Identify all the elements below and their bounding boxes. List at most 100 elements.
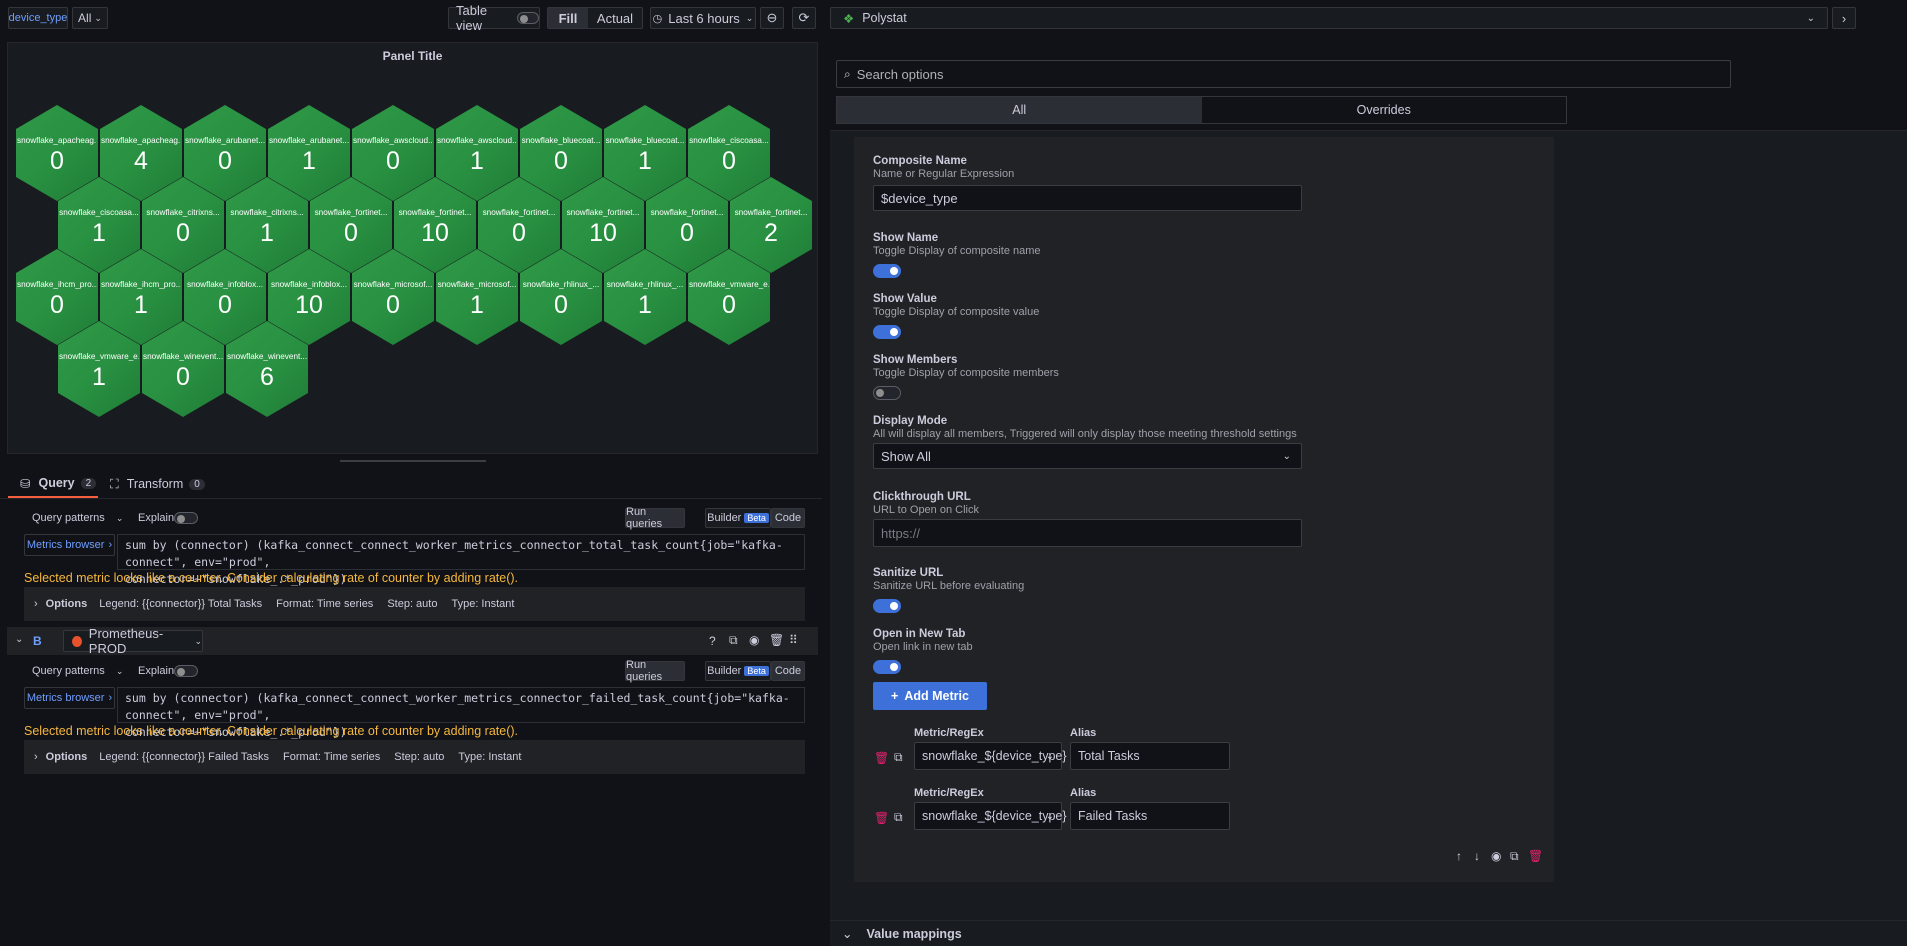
hexagon-value: 0 (554, 147, 568, 175)
value-mappings-header[interactable]: ⌄ Value mappings (830, 920, 1907, 946)
alias-input[interactable]: Total Tasks (1070, 742, 1230, 770)
step-info: Step: auto (387, 598, 438, 610)
transform-icon: ⛶ (110, 476, 119, 491)
trash-icon[interactable]: 🗑 (769, 633, 784, 647)
alias-value: Failed Tasks (1078, 809, 1148, 823)
options-label: Options (45, 598, 88, 610)
tab-overrides[interactable]: Overrides (1202, 97, 1567, 123)
sanitize-url-toggle[interactable] (873, 599, 901, 613)
table-view-toggle[interactable]: Table view (448, 3, 540, 33)
prometheus-icon (72, 635, 82, 647)
options-pane: ❖ Polystat ⌄ › ⌕ Search options All Overri… (826, 0, 1907, 946)
query-a-editor[interactable]: sum by (connector) (kafka_connect_connec… (117, 534, 805, 586)
tab-transform[interactable]: ⛶ Transform 0 (110, 470, 210, 498)
show-members-toggle[interactable] (873, 386, 901, 400)
metrics-browser-label: Metrics browser (26, 692, 105, 704)
resize-handle[interactable] (340, 460, 486, 462)
code-button[interactable]: Code (771, 661, 805, 681)
zoom-out-icon: ⊖ (766, 10, 778, 25)
explain-toggle[interactable] (174, 512, 198, 524)
builder-button[interactable]: Builder Beta (705, 508, 771, 528)
clock-icon: ◷ (652, 12, 663, 25)
type-info: Type: Instant (458, 751, 522, 763)
time-range-picker[interactable]: ◷ Last 6 hours ⌄ (650, 7, 756, 29)
hexagon-name: snowflake_awscloud... (353, 136, 433, 145)
metric-regex-select[interactable]: snowflake_${device_type} ⌄ (914, 802, 1067, 830)
tab-query[interactable]: ⛁ Query 2 (8, 470, 98, 498)
query-b: Query patterns ⌄ Explain Run queries Bui… (7, 658, 818, 776)
open-new-tab-label: Open in New Tab (873, 628, 966, 640)
delete-metric-icon[interactable]: 🗑 (874, 751, 889, 765)
add-metric-button[interactable]: + Add Metric (873, 682, 987, 710)
builder-button[interactable]: Builder Beta (705, 661, 771, 681)
query-b-header: ⌄ B Prometheus-PROD ⌄ ? ⧉ ◉ 🗑 ⠿ (7, 626, 818, 656)
duplicate-icon[interactable]: ⧉ (729, 633, 738, 648)
show-value-toggle[interactable] (873, 325, 901, 339)
query-b-options-bar[interactable]: › Options Legend: {{connector}} Failed T… (24, 740, 805, 774)
collapse-icon[interactable]: ⌄ (15, 634, 23, 645)
query-patterns-select[interactable]: Query patterns ⌄ (32, 665, 123, 677)
metrics-browser-button[interactable]: Metrics browser › (24, 687, 115, 709)
alias-input[interactable]: Failed Tasks (1070, 802, 1230, 830)
metric-regex-label: Metric/RegEx (914, 787, 984, 799)
query-a-options-bar[interactable]: › Options Legend: {{connector}} Total Ta… (24, 587, 805, 621)
visualization-picker[interactable]: ❖ Polystat ⌄ (830, 7, 1828, 29)
open-new-tab-toggle[interactable] (873, 660, 901, 674)
metrics-browser-button[interactable]: Metrics browser › (24, 534, 115, 556)
composite-name-input[interactable]: $device_type (873, 185, 1302, 211)
show-name-label: Show Name (873, 232, 939, 244)
hexagon-name: snowflake_vmware_e... (689, 280, 769, 289)
collapse-options-button[interactable]: › (1832, 7, 1856, 29)
trash-icon[interactable]: 🗑 (1528, 849, 1543, 863)
clickthrough-input[interactable]: https:// (873, 519, 1302, 547)
code-button[interactable]: Code (771, 508, 805, 528)
hexagon-name: snowflake_infoblox... (186, 280, 263, 289)
fill-button[interactable]: Fill (548, 8, 588, 28)
legend-info: Legend: {{connector}} Total Tasks (99, 598, 263, 610)
show-members-label: Show Members (873, 354, 958, 366)
zoom-out-button[interactable]: ⊖ (760, 7, 784, 29)
query-b-letter: B (33, 634, 42, 648)
chevron-right-icon: › (108, 539, 113, 551)
display-mode-select[interactable]: Show All ⌄ (873, 443, 1302, 469)
metric-regex-select[interactable]: snowflake_${device_type} ⌄ (914, 742, 1067, 770)
run-queries-button[interactable]: Run queries (625, 659, 685, 683)
hexagon-value: 1 (302, 147, 316, 175)
hexagon-value: 1 (470, 291, 484, 319)
query-patterns-select[interactable]: Query patterns ⌄ (32, 512, 123, 524)
eye-icon[interactable]: ◉ (749, 633, 759, 647)
refresh-button[interactable]: ⟳ (792, 7, 816, 29)
move-up-icon[interactable]: ↑ (1456, 849, 1462, 863)
query-b-editor[interactable]: sum by (connector) (kafka_connect_connec… (117, 687, 805, 739)
search-placeholder: Search options (856, 66, 944, 82)
duplicate-icon[interactable]: ⧉ (1510, 849, 1519, 864)
datasource-picker[interactable]: Prometheus-PROD ⌄ (63, 626, 203, 656)
actual-button[interactable]: Actual (588, 11, 642, 26)
drag-handle-icon[interactable]: ⠿ (789, 633, 798, 647)
move-down-icon[interactable]: ↓ (1474, 849, 1480, 863)
hexagon-name: snowflake_fortinet... (398, 208, 472, 217)
time-range-label: Last 6 hours (668, 10, 740, 26)
query-patterns-label: Query patterns (32, 665, 105, 677)
copy-metric-icon[interactable]: ⧉ (894, 750, 903, 765)
hexagon-value: 0 (386, 147, 400, 175)
copy-metric-icon[interactable]: ⧉ (894, 810, 903, 825)
explain-toggle[interactable] (174, 665, 198, 677)
hexagon-value: 1 (260, 219, 274, 247)
hexagon-value: 0 (218, 147, 232, 175)
run-queries-button[interactable]: Run queries (625, 506, 685, 530)
help-icon[interactable]: ? (709, 634, 716, 648)
search-options-input[interactable]: ⌕ Search options (836, 60, 1731, 88)
tab-all[interactable]: All (837, 97, 1202, 123)
polystat-icon: ❖ (843, 11, 855, 26)
hexagon-value: 10 (295, 291, 323, 319)
eye-icon[interactable]: ◉ (1491, 849, 1501, 863)
hexagon-name: snowflake_winevent... (143, 352, 223, 361)
alias-label: Alias (1070, 727, 1097, 739)
value-mappings-label: Value mappings (866, 926, 962, 941)
variable-select[interactable]: All ⌄ (72, 7, 108, 29)
delete-metric-icon[interactable]: 🗑 (874, 811, 889, 825)
datasource-name: Prometheus-PROD (88, 626, 164, 656)
show-name-toggle[interactable] (873, 264, 901, 278)
table-view-switch[interactable] (517, 12, 539, 24)
